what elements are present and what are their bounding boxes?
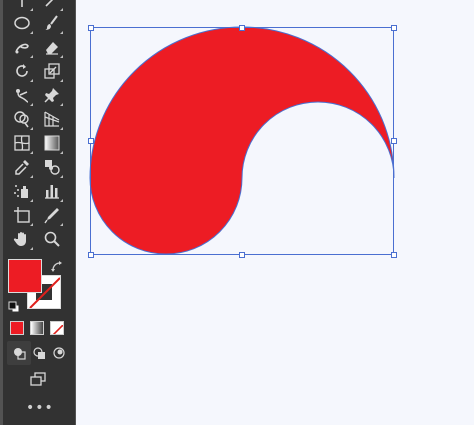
slice-tool[interactable] bbox=[40, 203, 64, 227]
bounding-box-handle-bottom-middle[interactable] bbox=[239, 252, 245, 258]
artboard-tool[interactable] bbox=[10, 203, 34, 227]
perspective-grid-tool[interactable] bbox=[40, 107, 64, 131]
bounding-box-handle-bottom-right[interactable] bbox=[391, 252, 397, 258]
rotate-tool[interactable] bbox=[10, 59, 34, 83]
paintbrush-tool[interactable] bbox=[40, 11, 64, 35]
mesh-tool-icon bbox=[13, 134, 31, 152]
default-fill-stroke-icon[interactable] bbox=[8, 298, 20, 317]
hand-tool-icon bbox=[13, 230, 31, 248]
gradient-tool[interactable] bbox=[40, 131, 64, 155]
column-graph-tool-icon bbox=[43, 182, 61, 200]
slice-tool-icon bbox=[43, 206, 61, 224]
mesh-tool[interactable] bbox=[10, 131, 34, 155]
pin-tool[interactable] bbox=[40, 83, 64, 107]
puppet-warp-tool-icon bbox=[13, 86, 31, 104]
paintbrush-tool-icon bbox=[43, 14, 61, 32]
perspective-grid-tool-icon bbox=[43, 110, 61, 128]
shape-builder-tool-icon bbox=[13, 110, 31, 128]
pin-tool-icon bbox=[43, 86, 61, 104]
shape-builder-tool[interactable] bbox=[10, 107, 34, 131]
color-mode-button[interactable] bbox=[10, 321, 24, 335]
type-tool-icon bbox=[13, 0, 31, 9]
scale-tool[interactable] bbox=[40, 59, 64, 83]
eraser-tool[interactable] bbox=[40, 35, 64, 59]
none-icon bbox=[52, 324, 63, 334]
draw-inside-icon bbox=[50, 344, 68, 362]
rotate-tool-icon bbox=[13, 62, 31, 80]
ellipse-tool-icon bbox=[13, 14, 31, 32]
scale-tool-icon bbox=[43, 62, 61, 80]
shaper-tool-icon bbox=[13, 38, 31, 56]
gradient-tool-icon bbox=[43, 134, 61, 152]
tools-panel: ••• bbox=[0, 0, 76, 425]
zoom-tool[interactable] bbox=[40, 227, 64, 251]
bounding-box-handle-top-left[interactable] bbox=[88, 25, 94, 31]
draw-inside-button[interactable] bbox=[47, 341, 71, 365]
column-graph-tool[interactable] bbox=[40, 179, 64, 203]
line-segment-tool-icon bbox=[43, 0, 61, 9]
symbol-sprayer-tool-icon bbox=[13, 182, 31, 200]
artboard-tool-icon bbox=[13, 206, 31, 224]
bounding-box-handle-top-middle[interactable] bbox=[239, 25, 245, 31]
symbol-sprayer-tool[interactable] bbox=[10, 179, 34, 203]
hand-tool[interactable] bbox=[10, 227, 34, 251]
blend-tool[interactable] bbox=[40, 155, 64, 179]
fill-swatch[interactable] bbox=[8, 259, 42, 293]
screen-mode-icon bbox=[29, 370, 47, 388]
bounding-box-handle-middle-left[interactable] bbox=[88, 138, 94, 144]
draw-normal-icon bbox=[10, 344, 28, 362]
shaper-tool[interactable] bbox=[10, 35, 34, 59]
eraser-tool-icon bbox=[43, 38, 61, 56]
change-screen-mode-button[interactable] bbox=[26, 367, 50, 391]
none-mode-button[interactable] bbox=[50, 321, 64, 335]
blend-tool-icon bbox=[43, 158, 61, 176]
swap-fill-stroke-icon[interactable] bbox=[51, 258, 63, 277]
draw-behind-icon bbox=[30, 344, 48, 362]
edit-toolbar-button[interactable]: ••• bbox=[26, 401, 53, 415]
bounding-box-handle-bottom-left[interactable] bbox=[88, 252, 94, 258]
gradient-mode-button[interactable] bbox=[30, 321, 44, 335]
bounding-box-handle-middle-right[interactable] bbox=[391, 138, 397, 144]
eyedropper-tool[interactable] bbox=[10, 155, 34, 179]
bounding-box-handle-top-right[interactable] bbox=[391, 25, 397, 31]
puppet-warp-tool[interactable] bbox=[10, 83, 34, 107]
ellipse-tool[interactable] bbox=[10, 11, 34, 35]
zoom-tool-icon bbox=[43, 230, 61, 248]
eyedropper-tool-icon bbox=[13, 158, 31, 176]
